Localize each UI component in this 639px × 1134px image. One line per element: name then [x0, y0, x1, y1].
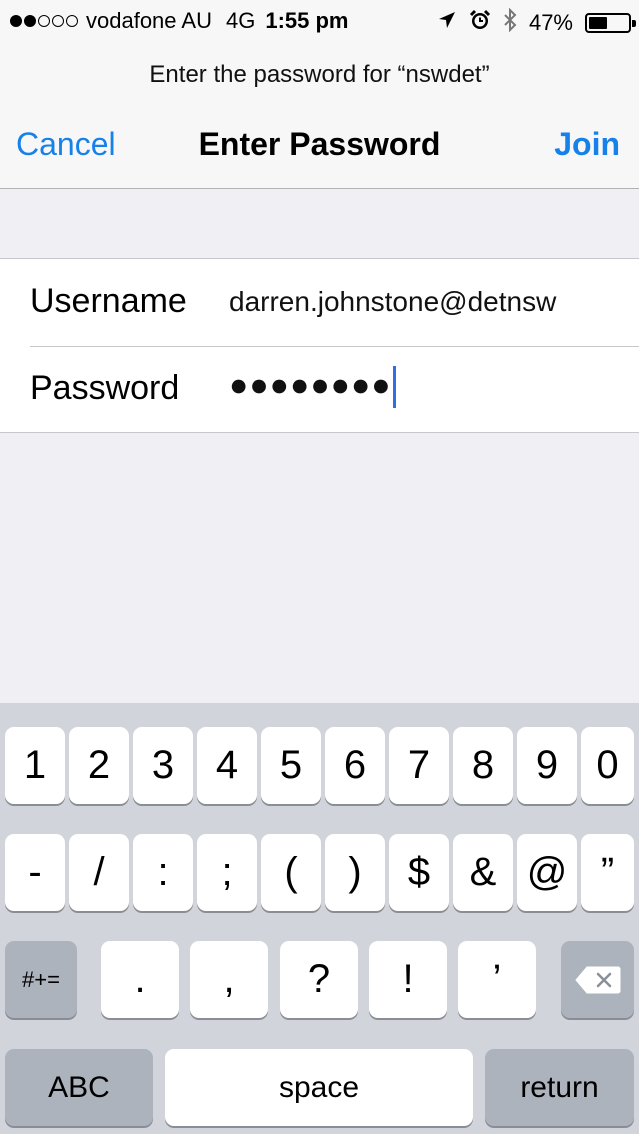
key-9[interactable]: 9 [517, 727, 577, 804]
status-bar-left: vodafone AU 4G 1:55 pm [10, 8, 349, 34]
text-cursor [392, 366, 396, 408]
key-5[interactable]: 5 [261, 727, 321, 804]
key-apostrophe[interactable]: ’ [458, 941, 536, 1018]
key-3[interactable]: 3 [133, 727, 193, 804]
return-key[interactable]: return [485, 1049, 634, 1126]
key-4[interactable]: 4 [197, 727, 257, 804]
more-symbols-key[interactable]: #+= [5, 941, 77, 1018]
key-period[interactable]: . [101, 941, 179, 1018]
key-comma[interactable]: , [190, 941, 268, 1018]
battery-level-fill [589, 17, 607, 29]
key-1[interactable]: 1 [5, 727, 65, 804]
password-row[interactable]: Password ●●●●●●●● [0, 346, 639, 433]
signal-strength-icon [10, 15, 78, 27]
key-ampersand[interactable]: & [453, 834, 513, 911]
password-field[interactable]: ●●●●●●●● [229, 366, 396, 408]
backspace-icon [574, 966, 620, 993]
key-hyphen[interactable]: - [5, 834, 65, 911]
network-type: 4G [225, 8, 256, 33]
password-label: Password [30, 369, 180, 407]
key-semicolon[interactable]: ; [197, 834, 257, 911]
key-6[interactable]: 6 [325, 727, 385, 804]
abc-key[interactable]: ABC [5, 1049, 153, 1126]
credentials-form: Username darren.johnstone@detnsw Passwor… [0, 258, 639, 433]
status-time: 1:55 pm [265, 8, 349, 33]
key-0[interactable]: 0 [581, 727, 634, 804]
key-2[interactable]: 2 [69, 727, 129, 804]
password-mask: ●●●●●●●● [229, 366, 392, 403]
key-exclamation[interactable]: ! [369, 941, 447, 1018]
page-title: Enter Password [198, 126, 441, 162]
key-7[interactable]: 7 [389, 727, 449, 804]
carrier-name: vodafone AU [86, 8, 212, 33]
username-field[interactable]: darren.johnstone@detnsw [229, 286, 556, 318]
key-close-paren[interactable]: ) [325, 834, 385, 911]
backspace-key[interactable] [561, 941, 634, 1018]
status-bar-right: 47% [437, 7, 636, 38]
location-arrow-icon [437, 10, 457, 36]
password-prompt: Enter the password for “nswdet” [149, 61, 490, 88]
key-quote[interactable]: ” [581, 834, 634, 911]
space-key[interactable]: space [165, 1049, 473, 1126]
key-slash[interactable]: / [69, 834, 129, 911]
key-open-paren[interactable]: ( [261, 834, 321, 911]
alarm-clock-icon [469, 9, 491, 37]
status-bar: vodafone AU 4G 1:55 pm 47% [0, 0, 639, 42]
bluetooth-icon [503, 7, 517, 38]
key-at[interactable]: @ [517, 834, 577, 911]
key-colon[interactable]: : [133, 834, 193, 911]
username-row[interactable]: Username darren.johnstone@detnsw [0, 259, 639, 346]
battery-percent: 47% [528, 10, 573, 35]
key-question[interactable]: ? [280, 941, 358, 1018]
keyboard: 1 2 3 4 5 6 7 8 9 0 - / : ; ( ) $ & @ ” … [0, 703, 639, 1134]
username-label: Username [30, 282, 187, 320]
join-button[interactable]: Join [554, 126, 620, 163]
battery-icon [585, 13, 636, 33]
key-dollar[interactable]: $ [389, 834, 449, 911]
navigation-header: Enter the password for “nswdet” Cancel E… [0, 42, 639, 189]
key-8[interactable]: 8 [453, 727, 513, 804]
